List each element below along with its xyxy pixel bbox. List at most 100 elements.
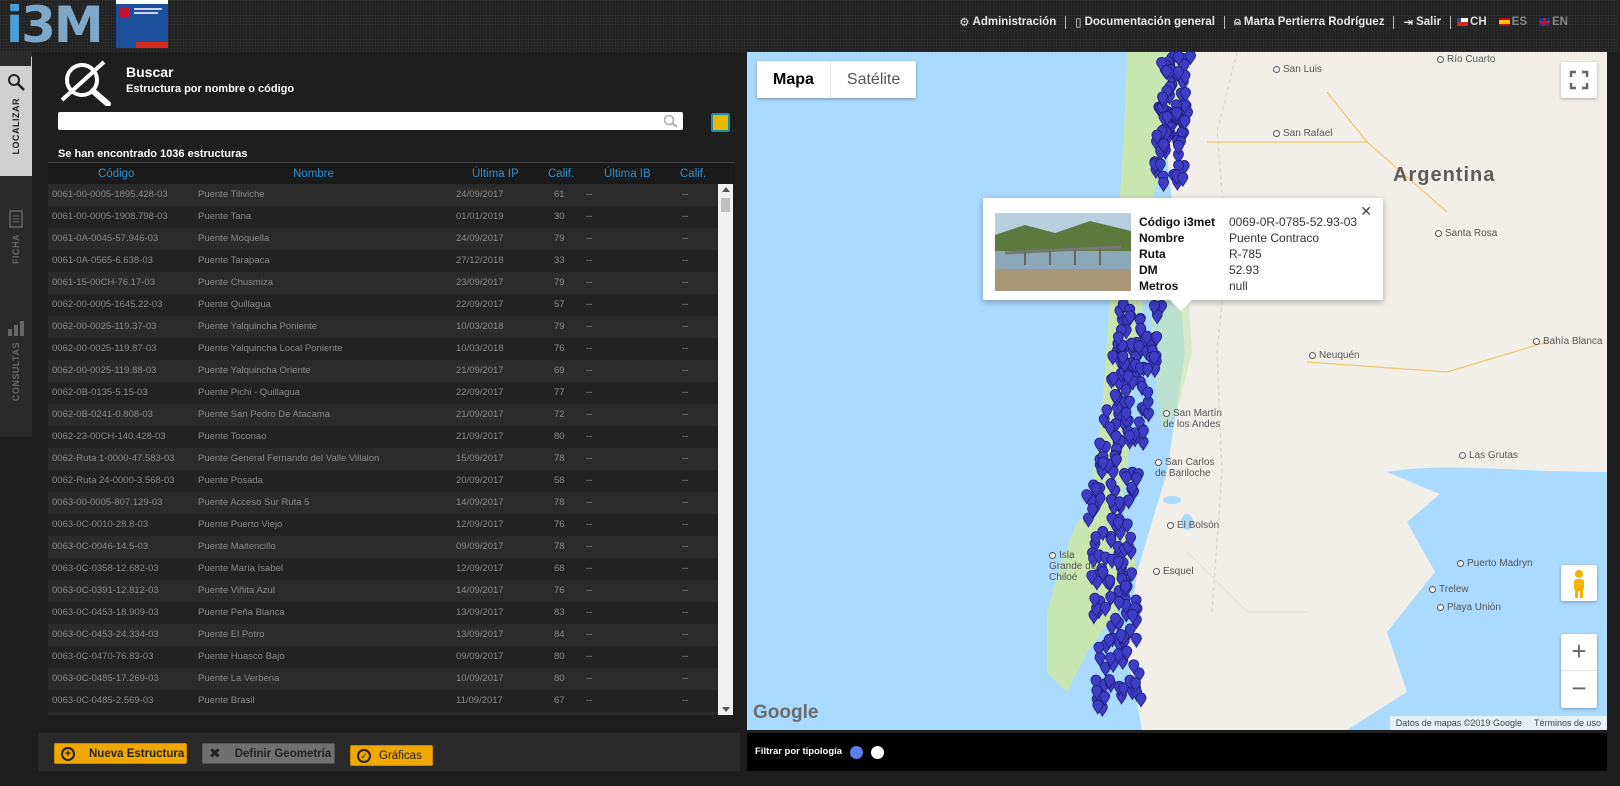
terms-link[interactable]: Términos de uso (1534, 718, 1601, 728)
place-label: Bahía Blanca (1533, 336, 1603, 347)
table-row[interactable]: 0063-0C-0010-28.8-03 Puente Puerto Viejo 1… (48, 514, 718, 536)
app-logo[interactable]: i3M (6, 0, 104, 50)
table-row[interactable]: 0063-0C-0453-24.334-03 Puente El Potro 13/… (48, 624, 718, 646)
table-row[interactable]: 0063-0C-0470-76.83-03 Puente Huasco Bajo 0… (48, 646, 718, 668)
table-row[interactable]: 0062-0B-0135-5.15-03 Puente Pichi - Quill… (48, 382, 718, 404)
fullscreen-button[interactable] (1561, 62, 1597, 98)
table-row[interactable]: 0061-15-00CH-76.17-03 Puente Chusmiza 23/0… (48, 272, 718, 294)
filter-blue-toggle[interactable] (850, 746, 863, 759)
tab-ficha[interactable]: FICHA (0, 210, 32, 320)
table-cell: Puente Peña Blanca (198, 607, 285, 618)
table-row[interactable]: 0061-00-0005-1895.428-03 Puente Tiliviche… (48, 184, 718, 206)
table-cell: 76 (554, 519, 565, 530)
export-button[interactable] (711, 113, 730, 132)
table-cell: 69 (554, 365, 565, 376)
place-label: San Luis (1273, 64, 1322, 75)
tab-localizar[interactable]: LOCALIZAR (0, 66, 32, 176)
table-cell: 0061-0A-0565-6.638-03 (52, 255, 153, 266)
logout-link[interactable]: ⇥ Salir (1394, 15, 1450, 29)
table-cell: Puente Quillagua (198, 299, 271, 310)
table-cell: -- (586, 585, 593, 596)
table-cell: 22/09/2017 (456, 299, 504, 310)
table-row[interactable]: 0063-0C-0453-18.909-03 Puente Peña Blanca… (48, 602, 718, 624)
table-cell: 0062-00-0005-1645.22-03 (52, 299, 163, 310)
table-row[interactable]: 0062-00-0005-1645.22-03 Puente Quillagua 2… (48, 294, 718, 316)
table-cell: 0063-0C-0358-12.682-03 (52, 563, 159, 574)
filter-white-toggle[interactable] (871, 746, 884, 759)
table-row[interactable]: 0062-00-0025-119.37-03 Puente Yalquincha … (48, 316, 718, 338)
table-cell: Puente Acceso Sur Ruta 5 (198, 497, 310, 508)
charts-button[interactable]: ✓ Gráficas (350, 745, 433, 766)
map-type-map[interactable]: Mapa (757, 61, 831, 98)
table-cell: 14/09/2017 (456, 585, 504, 596)
map-marker[interactable] (1158, 177, 1169, 193)
col-ultima-ip[interactable]: Última IP (472, 168, 519, 180)
table-cell: Puente Toconao (198, 431, 267, 442)
table-cell: -- (586, 277, 593, 288)
col-codigo[interactable]: Código (98, 168, 134, 180)
table-row[interactable]: 0063-0C-0485-2.569-03 Puente Brasil 11/09/… (48, 690, 718, 712)
table-row[interactable]: 0063-0C-0391-12.812-03 Puente Viñita Azul… (48, 580, 718, 602)
tools-icon: ✖ (209, 745, 221, 761)
table-row[interactable]: 0061-0A-0045-57.946-03 Puente Moquella 24/… (48, 228, 718, 250)
table-row[interactable]: 0062-0B-0241-0.808-03 Puente San Pedro De… (48, 404, 718, 426)
user-link[interactable]: ⍝ Marta Pertierra Rodríguez (1225, 16, 1394, 29)
street-view-pegman[interactable] (1561, 565, 1597, 601)
table-row[interactable]: 0063-0C-0358-12.682-03 Puente María Isabe… (48, 558, 718, 580)
table-cell: -- (682, 497, 689, 508)
table-cell: -- (682, 211, 689, 222)
table-cell: Puente El Tránsito (198, 712, 276, 715)
place-label: San Carlos de Bariloche (1155, 457, 1225, 479)
table-row[interactable]: 0062-Ruta 24-0000-3.568-03 Puente Posada 2… (48, 470, 718, 492)
table-cell: 72 (554, 409, 565, 420)
admin-link[interactable]: ⚙ Administración (950, 15, 1065, 29)
table-cell: Puente Brasil (198, 695, 255, 706)
search-off-icon (60, 60, 111, 106)
table-row[interactable]: 0061-00-0005-1908.798-03 Puente Tana 01/01… (48, 206, 718, 228)
chile-flag-icon (1457, 17, 1469, 26)
col-calif-ib[interactable]: Calif. (680, 168, 706, 180)
magnifier-icon (663, 114, 678, 128)
tab-consultas[interactable]: CONSULTAS (0, 320, 32, 430)
lang-es[interactable]: ES (1493, 16, 1533, 28)
place-label: Trelew (1429, 584, 1469, 595)
table-row[interactable]: 0061-0A-0565-6.638-03 Puente Tarapaca 27/1… (48, 250, 718, 272)
table-row[interactable]: 0063-0C-0485-17.269-03 Puente La Verbena 1… (48, 668, 718, 690)
docs-link[interactable]: ▯ Documentación general (1066, 15, 1224, 29)
table-row[interactable]: 0062-23-00CH-140.428-03 Puente Toconao 21/… (48, 426, 718, 448)
table-row[interactable]: 0063-0C-0495-28.612-03 Puente El Tránsito… (48, 712, 718, 715)
map-view[interactable]: Mapa Satélite Argentina San Luis Río Cua… (747, 52, 1607, 730)
top-bar: i3M ⚙ Administración ▯ Documentación gener… (0, 0, 1620, 52)
lang-ch[interactable]: CH (1451, 16, 1493, 28)
table-scrollbar[interactable] (718, 184, 733, 715)
table-cell: 23/09/2017 (456, 277, 504, 288)
table-cell: -- (682, 695, 689, 706)
table-row[interactable]: 0062-00-0025-119.88-03 Puente Yalquincha … (48, 360, 718, 382)
table-cell: Puente Tiliviche (198, 189, 265, 200)
table-cell: 0063-0C-0495-28.612-03 (52, 712, 159, 715)
place-label: Neuquén (1309, 350, 1360, 361)
new-structure-button[interactable]: + Nueva Estructura (54, 743, 187, 764)
lang-en[interactable]: EN (1533, 16, 1574, 28)
define-geometry-button[interactable]: ✖ Definir Geometría (202, 743, 335, 764)
table-cell: 0061-00-0005-1895.428-03 (52, 189, 168, 200)
table-row[interactable]: 0063-0C-0046-14.5-03 Puente Maitencillo 09… (48, 536, 718, 558)
table-row[interactable]: 0062-Ruta 1-0000-47.583-03 Puente General… (48, 448, 718, 470)
close-icon[interactable]: ✕ (1360, 203, 1372, 220)
search-input[interactable] (58, 112, 683, 130)
table-row[interactable]: 0063-00-0005-807.129-03 Puente Acceso Sur… (48, 492, 718, 514)
table-row[interactable]: 0062-00-0025-119.87-03 Puente Yalquincha … (48, 338, 718, 360)
table-cell: -- (682, 343, 689, 354)
col-calif-ip[interactable]: Calif. (548, 168, 574, 180)
table-cell: 78 (554, 453, 565, 464)
table-body: 0061-00-0005-1895.428-03 Puente Tiliviche… (48, 184, 718, 715)
table-cell: -- (586, 233, 593, 244)
table-cell: -- (682, 651, 689, 662)
col-ultima-ib[interactable]: Última IB (604, 168, 651, 180)
table-cell: Puente Yalquincha Oriente (198, 365, 311, 376)
zoom-in-button[interactable]: + (1561, 634, 1597, 671)
filter-bar: Filtrar por tipología (747, 733, 1607, 771)
zoom-out-button[interactable]: − (1561, 671, 1597, 708)
col-nombre[interactable]: Nombre (293, 168, 334, 180)
map-type-satellite[interactable]: Satélite (831, 61, 916, 98)
